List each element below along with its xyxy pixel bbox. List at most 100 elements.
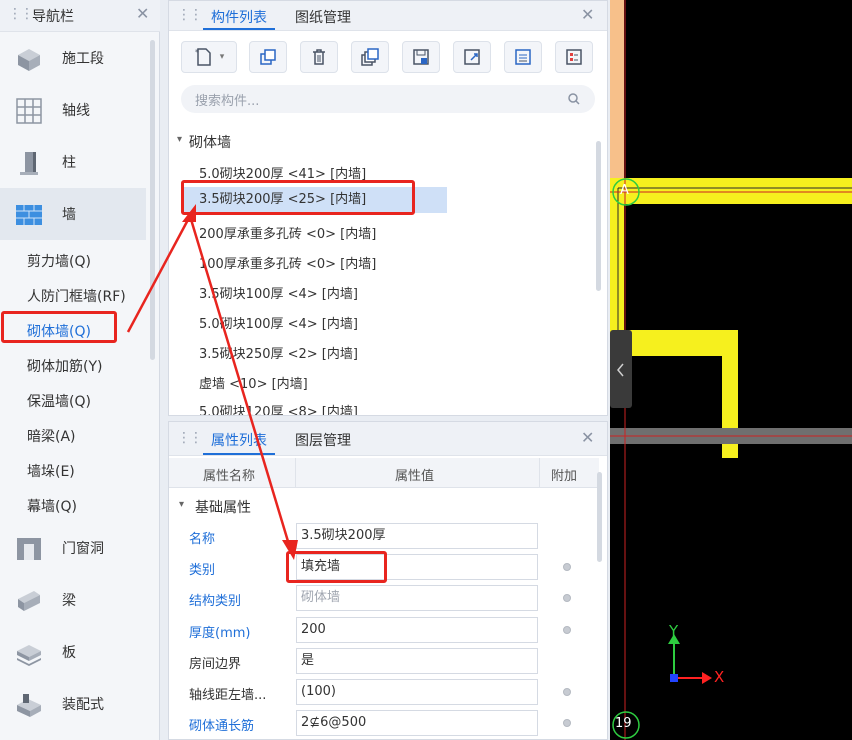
component-item[interactable]: 100厚承重多孔砖 <0> [内墙] [199,253,376,272]
nav-item-label: 轴线 [62,103,90,119]
nav-item-label: 梁 [62,593,76,609]
component-item[interactable]: 5.0砌块120厚 <8> [内墙] [199,401,358,415]
property-label-room-boundary: 房间边界 [189,657,242,672]
property-value-masonry-rebar[interactable]: 2⊈6@500 [296,710,538,736]
axis-grid-icon [16,98,42,124]
x-axis-label: X [714,668,725,686]
attach-checkbox[interactable] [563,626,571,634]
copy-button[interactable] [249,41,287,73]
close-icon[interactable]: ✕ [581,5,594,24]
svg-text:*: * [195,48,199,57]
property-table-header: 属性名称 属性值 附加 [169,458,599,488]
property-value-room-boundary[interactable]: 是 [296,648,538,674]
nav-item-label: 施工段 [62,51,104,67]
tab-property-list[interactable]: 属性列表 [211,430,267,450]
nav-sub-wall-pier[interactable]: 墙垛(E) [27,461,75,481]
property-panel-tabs: ⋮⋮ 属性列表 图层管理 ✕ [169,422,607,456]
list-view-button[interactable] [504,41,542,73]
active-tab-underline [203,28,275,30]
canvas-collapse-tab [610,330,632,408]
canvas-region-orange [610,0,624,178]
property-scrollbar[interactable] [597,472,602,562]
new-component-button[interactable]: * ▾ [181,41,237,73]
nav-item-label: 柱 [62,155,76,171]
nav-title: 导航栏 [32,9,74,25]
drag-handle-icon[interactable]: ⋮⋮ [8,6,34,22]
property-value-structure-type[interactable]: 砌体墙 [296,585,538,611]
delete-button[interactable] [300,41,338,73]
attach-checkbox[interactable] [563,594,571,602]
canvas-drawing [610,0,852,740]
wall-brick-icon [16,205,42,225]
dropdown-arrow-icon: ▾ [219,52,225,62]
nav-sub-curtain-wall[interactable]: 幕墙(Q) [27,496,77,516]
collapse-arrow-icon[interactable]: ▾ [179,499,184,510]
search-icon[interactable] [567,92,581,106]
properties-icon [566,49,582,65]
origin-marker [670,674,678,682]
component-list-scrollbar[interactable] [596,141,601,291]
nav-item-column[interactable]: 柱 [0,136,146,188]
axis-label-19: 19 [615,716,632,731]
layers-copy-icon [361,48,379,66]
highlight-box-masonry-wall-nav [1,311,117,343]
property-value-thickness[interactable]: 200 [296,617,538,643]
close-icon[interactable]: ✕ [581,428,594,447]
component-item[interactable]: 5.0砌块100厚 <4> [内墙] [199,313,358,332]
nav-item-prefab[interactable]: 装配式 [0,678,146,730]
collapse-arrow-icon[interactable]: ▾ [177,134,182,145]
navigation-panel: ⋮⋮ 导航栏 ✕ 施工段 轴线 柱 墙 剪力墙(Q) 人防门框墙(RF) 砌体墙… [0,0,160,740]
tab-component-list[interactable]: 构件列表 [211,7,267,27]
nav-sub-civil-defense-wall[interactable]: 人防门框墙(RF) [27,286,126,306]
attach-checkbox[interactable] [563,719,571,727]
drag-handle-icon[interactable]: ⋮⋮ [177,7,203,23]
copy-icon [260,49,276,65]
beam-icon [18,591,40,611]
import-component-button[interactable] [453,41,491,73]
property-group-basic[interactable]: 基础属性 [195,497,251,517]
nav-item-beam[interactable]: 梁 [0,574,146,626]
nav-item-axis[interactable]: 轴线 [0,84,146,136]
properties-view-button[interactable] [555,41,593,73]
attach-checkbox[interactable] [563,563,571,571]
nav-item-label: 门窗洞 [62,541,104,557]
tree-group-masonry-wall[interactable]: 砌体墙 [189,132,231,152]
nav-item-door-window[interactable]: 门窗洞 [0,522,146,574]
save-component-button[interactable] [402,41,440,73]
drag-handle-icon[interactable]: ⋮⋮ [177,430,203,446]
nav-sub-insulation-wall[interactable]: 保温墙(Q) [27,391,91,411]
component-search-input[interactable]: 搜索构件... [181,85,595,113]
property-panel: ⋮⋮ 属性列表 图层管理 ✕ 属性名称 属性值 附加 ▾ 基础属性 名称 3.5… [168,421,608,740]
drawing-canvas[interactable]: A 19 Y X [610,0,852,740]
tab-drawing-management[interactable]: 图纸管理 [295,7,351,27]
nav-item-slab[interactable]: 板 [0,626,146,678]
close-icon[interactable]: ✕ [136,4,149,23]
property-value-axis-offset[interactable]: (100) [296,679,538,705]
attach-checkbox[interactable] [563,688,571,696]
column-icon [20,152,38,175]
prefab-icon [17,694,41,717]
property-label-structure-type: 结构类别 [189,594,242,609]
tab-layer-management[interactable]: 图层管理 [295,430,351,450]
copy-to-floor-button[interactable] [351,41,389,73]
slab-icon [17,645,41,666]
highlight-box-selected-component [181,180,415,215]
nav-scrollbar[interactable] [150,40,155,360]
nav-sub-shear-wall[interactable]: 剪力墙(Q) [27,251,91,271]
component-item[interactable]: 3.5砌块250厚 <2> [内墙] [199,343,358,362]
component-item[interactable]: 虚墙 <10> [内墙] [199,373,308,392]
column-header-name: 属性名称 [203,469,256,484]
component-item[interactable]: 200厚承重多孔砖 <0> [内墙] [199,223,376,242]
nav-item-wall[interactable]: 墙 [0,188,146,240]
column-divider [295,458,296,488]
component-item[interactable]: 3.5砌块100厚 <4> [内墙] [199,283,358,302]
clipped-row: 5.0砌块120厚 <8> [内墙] [169,399,589,415]
nav-item-label: 装配式 [62,697,104,713]
nav-item-label: 墙 [62,207,76,223]
nav-item-construction-section[interactable]: 施工段 [0,32,146,84]
nav-sub-hidden-beam[interactable]: 暗梁(A) [27,426,76,446]
property-value-name[interactable]: 3.5砌块200厚 [296,523,538,549]
import-icon [464,49,480,65]
list-icon [515,49,531,65]
nav-sub-masonry-reinforcement[interactable]: 砌体加筋(Y) [27,356,102,376]
